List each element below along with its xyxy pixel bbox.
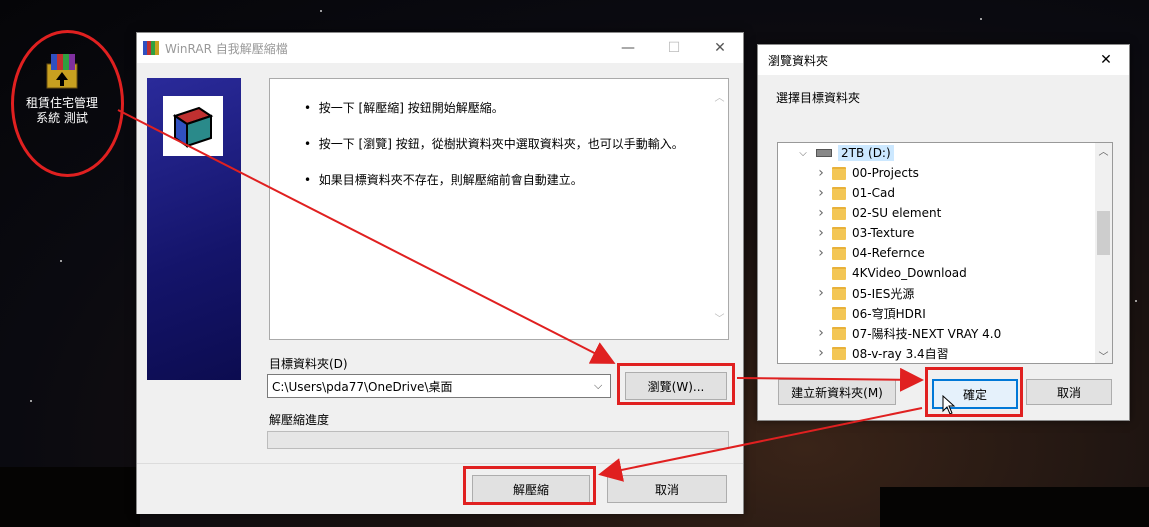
chevron-right-icon[interactable]: › <box>814 165 828 181</box>
winrar-app-icon <box>143 41 159 55</box>
tree-scrollbar[interactable]: ︿ ﹀ <box>1095 143 1112 363</box>
tree-node-folder[interactable]: › 08-v-ray 3.4自習 <box>814 343 949 363</box>
tree-node-folder[interactable]: › 01-Cad <box>814 183 895 203</box>
folder-label: 03-Texture <box>852 226 915 240</box>
close-icon[interactable]: ✕ <box>697 33 743 63</box>
chevron-right-icon[interactable]: › <box>814 285 828 301</box>
folder-icon <box>832 206 846 220</box>
winrar-logo-icon <box>163 96 223 156</box>
folder-icon <box>832 306 846 320</box>
browse-titlebar: 瀏覽資料夾 ✕ <box>758 45 1129 75</box>
tree-node-folder[interactable]: › 04-Refernce <box>814 243 925 263</box>
winrar-titlebar: WinRAR 自我解壓縮檔 — ☐ ✕ <box>137 33 743 63</box>
folder-tree[interactable]: ⌵ 2TB (D:) › 00-Projects › 01-Cad › 02-SU ele… <box>777 142 1113 364</box>
dest-folder-value: C:\Users\pda77\OneDrive\桌面 <box>272 379 453 394</box>
instruction-item: • 按一下 [解壓縮] 按鈕開始解壓縮。 <box>304 101 504 115</box>
drive-label: 2TB (D:) <box>838 145 894 161</box>
tree-node-folder[interactable]: › 00-Projects <box>814 163 919 183</box>
winrar-sfx-window: WinRAR 自我解壓縮檔 — ☐ ✕ • 按一下 [解壓縮] 按鈕開始解壓縮。… <box>136 32 744 514</box>
tree-node-folder[interactable]: › 05-IES光源 <box>814 283 914 303</box>
tree-node-folder[interactable]: › 03-Texture <box>814 223 914 243</box>
browse-title: 瀏覽資料夾 <box>768 53 829 68</box>
folder-label: 01-Cad <box>852 186 895 200</box>
folder-icon <box>832 226 846 240</box>
folder-label: 02-SU element <box>852 206 942 220</box>
folder-label: 06-穹頂HDRI <box>852 306 926 321</box>
chevron-right-icon[interactable]: › <box>814 185 828 201</box>
drive-icon <box>816 149 832 157</box>
tree-node-folder[interactable]: › 07-陽科技-NEXT VRAY 4.0 <box>814 323 1001 343</box>
chevron-right-icon[interactable]: › <box>814 345 828 361</box>
folder-icon <box>832 346 846 360</box>
dest-folder-combo[interactable]: C:\Users\pda77\OneDrive\桌面 ⌵ <box>267 374 611 398</box>
scroll-down-icon[interactable]: ﹀ <box>711 310 728 325</box>
progress-label: 解壓縮進度 <box>269 413 330 427</box>
maximize-icon[interactable]: ☐ <box>651 33 697 63</box>
chevron-right-icon[interactable]: › <box>814 205 828 221</box>
folder-icon <box>832 326 846 340</box>
tree-node-folder[interactable]: 06-穹頂HDRI <box>814 303 926 323</box>
instructions-box: • 按一下 [解壓縮] 按鈕開始解壓縮。 • 按一下 [瀏覽] 按鈕，從樹狀資料… <box>269 78 729 340</box>
chevron-right-icon[interactable]: › <box>814 245 828 261</box>
new-folder-button[interactable]: 建立新資料夾(M) <box>778 379 896 405</box>
scroll-up-icon[interactable]: ︿ <box>711 89 728 104</box>
browse-folder-dialog: 瀏覽資料夾 ✕ 選擇目標資料夾 ⌵ 2TB (D:) › 00-Projects ›… <box>757 44 1130 421</box>
instruction-item: • 如果目標資料夾不存在，則解壓縮前會自動建立。 <box>304 173 583 187</box>
folder-label: 07-陽科技-NEXT VRAY 4.0 <box>852 326 1002 341</box>
tree-node-folder[interactable]: › 02-SU element <box>814 203 941 223</box>
close-icon[interactable]: ✕ <box>1083 45 1129 75</box>
highlight-extract <box>463 466 596 505</box>
folder-label: 4KVideo_Download <box>852 266 967 280</box>
folder-icon <box>832 166 846 180</box>
browse-cancel-button[interactable]: 取消 <box>1026 379 1112 405</box>
highlight-browse <box>617 363 735 405</box>
chevron-right-icon[interactable]: › <box>814 325 828 341</box>
scrollbar[interactable]: ︿ ﹀ <box>711 79 728 339</box>
folder-label: 05-IES光源 <box>852 286 915 301</box>
chevron-down-icon[interactable]: ⌵ <box>594 379 610 393</box>
folder-icon <box>832 266 846 280</box>
instruction-item: • 按一下 [瀏覽] 按鈕，從樹狀資料夾中選取資料夾，也可以手動輸入。 <box>304 137 684 151</box>
tree-node-folder[interactable]: 4KVideo_Download <box>814 263 967 283</box>
highlight-oval <box>11 30 124 177</box>
chevron-right-icon[interactable]: › <box>814 225 828 241</box>
scroll-down-icon[interactable]: ﹀ <box>1095 348 1112 363</box>
winrar-banner <box>147 78 241 380</box>
chevron-down-icon[interactable]: ⌵ <box>796 148 810 159</box>
folder-label: 04-Refernce <box>852 246 925 260</box>
dest-folder-label: 目標資料夾(D) <box>269 357 348 371</box>
scroll-up-icon[interactable]: ︿ <box>1095 143 1112 158</box>
minimize-icon[interactable]: — <box>605 33 651 63</box>
extract-progress-bar <box>267 431 729 449</box>
window-title: WinRAR 自我解壓縮檔 <box>165 41 288 56</box>
folder-icon <box>832 286 846 300</box>
folder-icon <box>832 246 846 260</box>
tree-node-drive[interactable]: ⌵ 2TB (D:) <box>796 143 894 163</box>
folder-label: 08-v-ray 3.4自習 <box>852 346 949 361</box>
folder-icon <box>832 186 846 200</box>
browse-prompt: 選擇目標資料夾 <box>776 91 861 105</box>
cancel-button[interactable]: 取消 <box>607 475 727 503</box>
highlight-ok <box>925 367 1023 417</box>
folder-label: 00-Projects <box>852 166 919 180</box>
scroll-thumb[interactable] <box>1097 211 1110 255</box>
